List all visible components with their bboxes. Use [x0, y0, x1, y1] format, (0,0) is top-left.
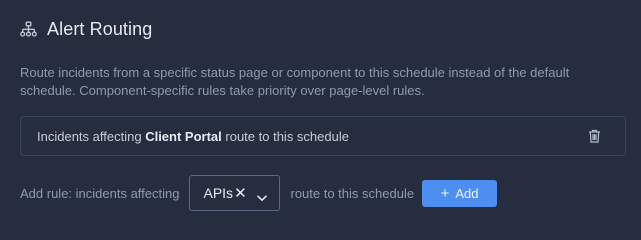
rule-target: Client Portal	[145, 128, 222, 144]
component-select[interactable]: APIs ✕	[189, 175, 281, 211]
chevron-down-icon[interactable]	[256, 189, 268, 202]
section-description: Route incidents from a specific status p…	[20, 65, 570, 98]
plus-icon: +	[440, 184, 450, 202]
rule-suffix: route to this schedule	[225, 128, 349, 144]
add-rule-label: Add rule: incidents affecting	[20, 185, 180, 201]
selected-value: APIs	[203, 185, 234, 201]
rule-text: Incidents affecting Client Portal route …	[37, 129, 349, 144]
routing-rule-item: Incidents affecting Client Portal route …	[20, 116, 626, 156]
add-rule-row: Add rule: incidents affecting APIs ✕ rou…	[20, 174, 498, 212]
add-button-label: Add	[455, 185, 479, 201]
trash-icon[interactable]	[588, 129, 601, 143]
rule-prefix: Incidents affecting	[37, 128, 142, 144]
section-header: Alert Routing	[20, 19, 152, 40]
add-rule-button[interactable]: + Add	[422, 179, 498, 207]
route-label: route to this schedule	[290, 185, 415, 201]
sitemap-icon	[20, 21, 37, 38]
alert-routing-panel: Alert Routing Route incidents from a spe…	[0, 0, 641, 232]
clear-icon[interactable]: ✕	[234, 186, 247, 201]
section-title: Alert Routing	[47, 19, 153, 39]
